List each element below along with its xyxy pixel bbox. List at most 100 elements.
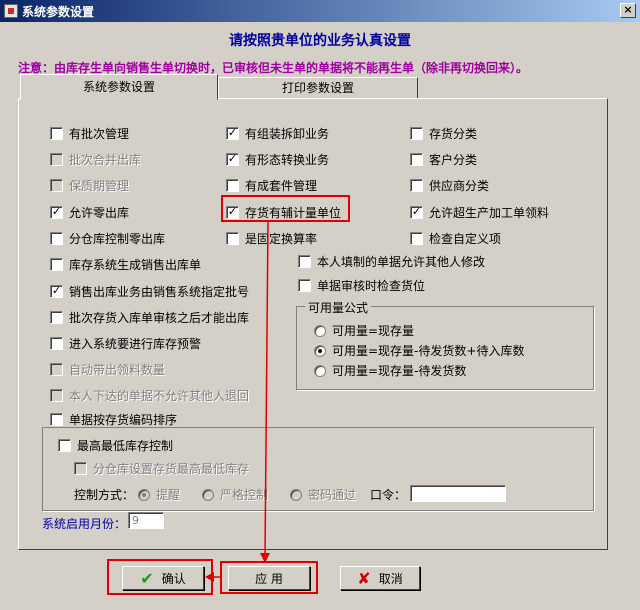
method-strict-radio[interactable] xyxy=(202,488,214,501)
apply-button[interactable]: 应 用 xyxy=(228,566,310,590)
option-col3-1-label: 客户分类 xyxy=(429,153,478,167)
option-col1-1[interactable]: 批次合并出库 xyxy=(50,151,141,168)
option-col2-0-label: 有组装拆卸业务 xyxy=(245,127,330,141)
option-col3-3-checkbox[interactable]: ✓ xyxy=(410,206,423,219)
option-mid-1-checkbox[interactable] xyxy=(298,279,311,292)
method-password-radio[interactable] xyxy=(290,488,302,501)
option-col1-2-label: 保质期管理 xyxy=(69,179,130,193)
available-formula-title: 可用量公式 xyxy=(305,299,372,316)
option-col1-7[interactable]: 批次存货入库单审核之后才能出库 xyxy=(50,309,249,326)
option-col1-6-checkbox[interactable]: ✓ xyxy=(50,285,63,298)
option-mid-0-label: 本人填制的单据允许其他人修改 xyxy=(317,255,486,269)
option-col1-3-checkbox[interactable]: ✓ xyxy=(50,206,63,219)
method-remind[interactable]: 提醒 xyxy=(138,486,180,503)
stock-limit-checkbox[interactable] xyxy=(58,439,71,452)
option-col3-0-checkbox[interactable] xyxy=(410,127,423,140)
option-mid-0-checkbox[interactable] xyxy=(298,255,311,268)
option-col1-2[interactable]: 保质期管理 xyxy=(50,177,129,194)
password-field[interactable] xyxy=(410,485,506,502)
option-col1-6[interactable]: ✓ 销售出库业务由销售系统指定批号 xyxy=(50,283,249,300)
method-strict-label: 严格控制 xyxy=(220,488,269,502)
option-mid-0[interactable]: 本人填制的单据允许其他人修改 xyxy=(298,253,485,270)
warehouse-stock-limit-option[interactable]: 分仓库设置存货最高最低库存 xyxy=(74,460,249,477)
close-button[interactable]: × xyxy=(620,3,636,18)
cross-icon: ✘ xyxy=(357,568,371,588)
option-col1-5[interactable]: 库存系统生成销售出库单 xyxy=(50,256,201,273)
option-col1-10-checkbox[interactable] xyxy=(50,389,63,402)
option-col1-11[interactable]: 单据按存货编码排序 xyxy=(50,411,177,428)
tab-system-settings[interactable]: 系统参数设置 xyxy=(20,74,218,100)
cancel-button[interactable]: ✘ 取消 xyxy=(340,566,420,590)
option-col2-1[interactable]: ✓ 有形态转换业务 xyxy=(226,151,329,168)
option-mid-1-label: 单据审核时检查货位 xyxy=(317,279,426,293)
option-col1-7-checkbox[interactable] xyxy=(50,311,63,324)
option-col3-2-label: 供应商分类 xyxy=(429,179,490,193)
option-col1-4[interactable]: 分仓库控制零出库 xyxy=(50,230,165,247)
option-col1-9-checkbox[interactable] xyxy=(50,363,63,376)
option-col3-4-label: 检查自定义项 xyxy=(429,232,502,246)
start-month-field[interactable]: 9 xyxy=(128,512,164,529)
method-remind-radio[interactable] xyxy=(138,488,150,501)
option-col1-8-checkbox[interactable] xyxy=(50,337,63,350)
option-col2-0[interactable]: ✓ 有组装拆卸业务 xyxy=(226,125,329,142)
method-strict[interactable]: 严格控制 xyxy=(202,486,268,503)
window-title: 系统参数设置 xyxy=(22,4,95,19)
option-col3-3-label: 允许超生产加工单领料 xyxy=(429,206,550,220)
settings-window: 系统参数设置 × 请按照贵单位的业务认真设置 注意：由库存生单向销售生单切换时，… xyxy=(0,0,640,610)
formula-choice-0[interactable]: 可用量=现存量 xyxy=(314,322,414,339)
tab-print-settings[interactable]: 打印参数设置 xyxy=(218,77,418,99)
option-col2-2[interactable]: 有成套件管理 xyxy=(226,177,317,194)
method-password[interactable]: 密码通过 xyxy=(290,486,356,503)
option-col1-2-checkbox[interactable] xyxy=(50,179,63,192)
option-col3-4-checkbox[interactable] xyxy=(410,232,423,245)
option-col1-3-label: 允许零出库 xyxy=(69,206,130,220)
option-col1-0[interactable]: 有批次管理 xyxy=(50,125,129,142)
option-col2-3[interactable]: ✓ 存货有辅计量单位 xyxy=(226,204,341,221)
option-col1-8-label: 进入系统要进行库存预警 xyxy=(69,337,202,351)
method-password-label: 密码通过 xyxy=(308,488,357,502)
formula-choice-1-radio[interactable] xyxy=(314,344,326,357)
option-col3-1-checkbox[interactable] xyxy=(410,153,423,166)
option-col1-3[interactable]: ✓ 允许零出库 xyxy=(50,204,129,221)
control-method-label: 控制方式： xyxy=(74,488,135,502)
option-col1-5-checkbox[interactable] xyxy=(50,258,63,271)
option-col2-1-checkbox[interactable]: ✓ xyxy=(226,153,239,166)
option-col3-3[interactable]: ✓ 允许超生产加工单领料 xyxy=(410,204,549,221)
option-col2-3-checkbox[interactable]: ✓ xyxy=(226,206,239,219)
option-col1-1-checkbox[interactable] xyxy=(50,153,63,166)
stock-limit-option[interactable]: 最高最低库存控制 xyxy=(58,437,173,454)
formula-choice-2-radio[interactable] xyxy=(314,364,326,377)
option-col2-0-checkbox[interactable]: ✓ xyxy=(226,127,239,140)
option-col3-4[interactable]: 检查自定义项 xyxy=(410,230,501,247)
option-col1-11-checkbox[interactable] xyxy=(50,413,63,426)
option-col2-4-checkbox[interactable] xyxy=(226,232,239,245)
option-col2-2-checkbox[interactable] xyxy=(226,179,239,192)
option-col1-6-label: 销售出库业务由销售系统指定批号 xyxy=(69,285,250,299)
option-col3-0[interactable]: 存货分类 xyxy=(410,125,477,142)
start-month-label: 系统启用月份： xyxy=(42,517,127,531)
option-col1-0-checkbox[interactable] xyxy=(50,127,63,140)
option-col1-9[interactable]: 自动带出领料数量 xyxy=(50,361,165,378)
formula-choice-2[interactable]: 可用量=现存量-待发货数 xyxy=(314,362,466,379)
option-col1-10[interactable]: 本人下达的单据不允许其他人退回 xyxy=(50,387,249,404)
option-col1-4-checkbox[interactable] xyxy=(50,232,63,245)
warehouse-stock-limit-label: 分仓库设置存货最高最低库存 xyxy=(93,462,250,476)
warehouse-stock-limit-checkbox[interactable] xyxy=(74,462,87,475)
option-col3-2-checkbox[interactable] xyxy=(410,179,423,192)
formula-choice-0-radio[interactable] xyxy=(314,324,326,337)
option-col1-7-label: 批次存货入库单审核之后才能出库 xyxy=(69,311,250,325)
option-col3-2[interactable]: 供应商分类 xyxy=(410,177,489,194)
formula-choice-1[interactable]: 可用量=现存量-待发货数+待入库数 xyxy=(314,342,524,359)
arrow-head-apply xyxy=(260,553,270,563)
option-col1-8[interactable]: 进入系统要进行库存预警 xyxy=(50,335,201,352)
option-col3-1[interactable]: 客户分类 xyxy=(410,151,477,168)
option-mid-1[interactable]: 单据审核时检查货位 xyxy=(298,277,425,294)
formula-choice-0-label: 可用量=现存量 xyxy=(332,324,415,338)
option-col2-4[interactable]: 是固定换算率 xyxy=(226,230,317,247)
apply-label: 应 用 xyxy=(255,571,283,586)
confirm-button[interactable]: ✔ 确认 xyxy=(122,566,204,590)
option-col1-11-label: 单据按存货编码排序 xyxy=(69,413,178,427)
cancel-label: 取消 xyxy=(378,571,403,586)
option-col2-2-label: 有成套件管理 xyxy=(245,179,318,193)
option-col1-1-label: 批次合并出库 xyxy=(69,153,142,167)
